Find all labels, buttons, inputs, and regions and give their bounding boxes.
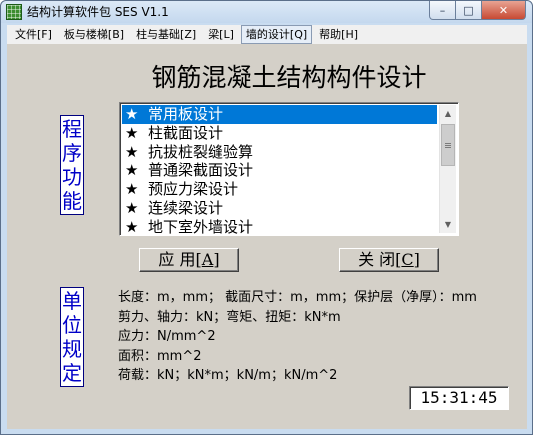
menu-column-foundation[interactable]: 柱与基础[Z] (131, 25, 201, 44)
list-item-label: 柱截面设计 (148, 123, 224, 142)
app-logo-icon[interactable] (6, 4, 22, 20)
menu-file[interactable]: 文件[F] (10, 25, 57, 44)
function-list: ★ 常用板设计 ★ 柱截面设计 ★ 抗拔桩裂缝验算 ★ 普通梁截面设计 ★ 预应力梁设计 … (122, 105, 437, 236)
unit-line-force: 剪力、轴力：kN；弯矩、扭矩：kN*m (118, 309, 341, 325)
unit-rules-label: 单 位 规 定 (60, 287, 84, 387)
list-item-label: 连续梁设计 (148, 198, 224, 217)
list-item-beam-section-design[interactable]: ★ 普通梁截面设计 (122, 161, 437, 180)
minimize-button[interactable]: – (429, 1, 456, 20)
apply-button[interactable]: 应 用[A] (139, 248, 239, 272)
list-item-basement-wall[interactable]: ★ 地下室外墙设计 (122, 217, 437, 236)
maximize-button[interactable]: □ (456, 1, 482, 20)
title-bar[interactable]: 结构计算软件包 SES V1.1 – □ ✕ (1, 1, 532, 23)
grip-icon (445, 142, 451, 148)
app-window: 结构计算软件包 SES V1.1 – □ ✕ 文件[F] 板与楼梯[B] 柱与基… (0, 0, 533, 435)
menu-help[interactable]: 帮助[H] (314, 25, 363, 44)
scroll-down-arrow-icon[interactable]: ▼ (440, 216, 456, 233)
close-window-button[interactable]: ✕ (482, 1, 526, 20)
list-item-continuous-beam[interactable]: ★ 连续梁设计 (122, 199, 437, 218)
close-button[interactable]: 关 闭[C] (339, 248, 439, 272)
page-title: 钢筋混凝土结构构件设计 (151, 63, 427, 92)
menu-beam[interactable]: 梁[L] (203, 25, 239, 44)
star-icon: ★ (125, 161, 139, 180)
window-controls: – □ ✕ (429, 1, 526, 20)
list-item-slab-design[interactable]: ★ 常用板设计 (122, 105, 437, 124)
function-label-char: 序 (62, 141, 82, 165)
star-icon: ★ (125, 123, 139, 142)
function-listbox[interactable]: ★ 常用板设计 ★ 柱截面设计 ★ 抗拔桩裂缝验算 ★ 普通梁截面设计 ★ 预应力梁设计 … (119, 102, 459, 236)
unit-rules-text: 长度：m，mm； 截面尺寸：m，mm；保护层（净厚）：mm 剪力、轴力：kN；弯… (118, 288, 518, 386)
close-button-label: 关 闭[ (358, 250, 402, 269)
list-item-label: 抗拔桩裂缝验算 (148, 142, 254, 161)
close-button-bracket: ] (413, 250, 420, 269)
scroll-up-arrow-icon[interactable]: ▲ (440, 105, 456, 122)
list-item-prestressed-beam[interactable]: ★ 预应力梁设计 (122, 180, 437, 199)
close-button-accesskey: C (401, 250, 414, 269)
list-item-pile-crack-check[interactable]: ★ 抗拔桩裂缝验算 (122, 143, 437, 162)
function-label-char: 能 (62, 189, 82, 213)
unit-label-char: 位 (62, 313, 82, 337)
star-icon: ★ (125, 198, 139, 217)
program-function-label: 程 序 功 能 (60, 115, 84, 215)
star-icon: ★ (125, 142, 139, 161)
unit-label-char: 定 (62, 361, 82, 385)
menu-wall-design[interactable]: 墙的设计[Q] (240, 25, 313, 44)
unit-line-load: 荷载：kN；kN*m；kN/m；kN/m^2 (118, 368, 338, 383)
apply-button-accesskey: A (201, 250, 214, 269)
unit-line-length: 长度：m，mm； 截面尺寸：m，mm；保护层（净厚）：mm (118, 290, 477, 305)
apply-button-bracket: ] (213, 250, 220, 269)
menu-slab-stairs[interactable]: 板与楼梯[B] (59, 25, 129, 44)
window-title: 结构计算软件包 SES V1.1 (27, 5, 169, 19)
list-item-label: 常用板设计 (148, 105, 224, 123)
main-panel: 钢筋混凝土结构构件设计 程 序 功 能 ★ 常用板设计 ★ 柱截面设计 ★ 抗拔桩裂缝… (7, 44, 527, 429)
star-icon: ★ (125, 180, 139, 199)
list-item-label: 普通梁截面设计 (148, 161, 254, 180)
unit-line-area: 面积：mm^2 (118, 348, 202, 364)
star-icon: ★ (125, 105, 139, 123)
star-icon: ★ (125, 217, 139, 236)
unit-label-char: 规 (62, 337, 82, 361)
unit-label-char: 单 (62, 289, 82, 313)
scroll-thumb[interactable] (441, 124, 455, 166)
list-item-label: 地下室外墙设计 (148, 217, 254, 236)
list-item-column-design[interactable]: ★ 柱截面设计 (122, 124, 437, 143)
function-label-char: 功 (62, 165, 82, 189)
list-scrollbar[interactable]: ▲ ▼ (439, 105, 456, 233)
menu-bar: 文件[F] 板与楼梯[B] 柱与基础[Z] 梁[L] 墙的设计[Q] 帮助[H] (7, 25, 527, 44)
list-item-label: 预应力梁设计 (148, 180, 239, 199)
function-label-char: 程 (62, 117, 82, 141)
apply-button-label: 应 用[ (158, 250, 202, 269)
clock-display: 15:31:45 (409, 386, 509, 410)
unit-line-stress: 应力：N/mm^2 (118, 329, 216, 344)
